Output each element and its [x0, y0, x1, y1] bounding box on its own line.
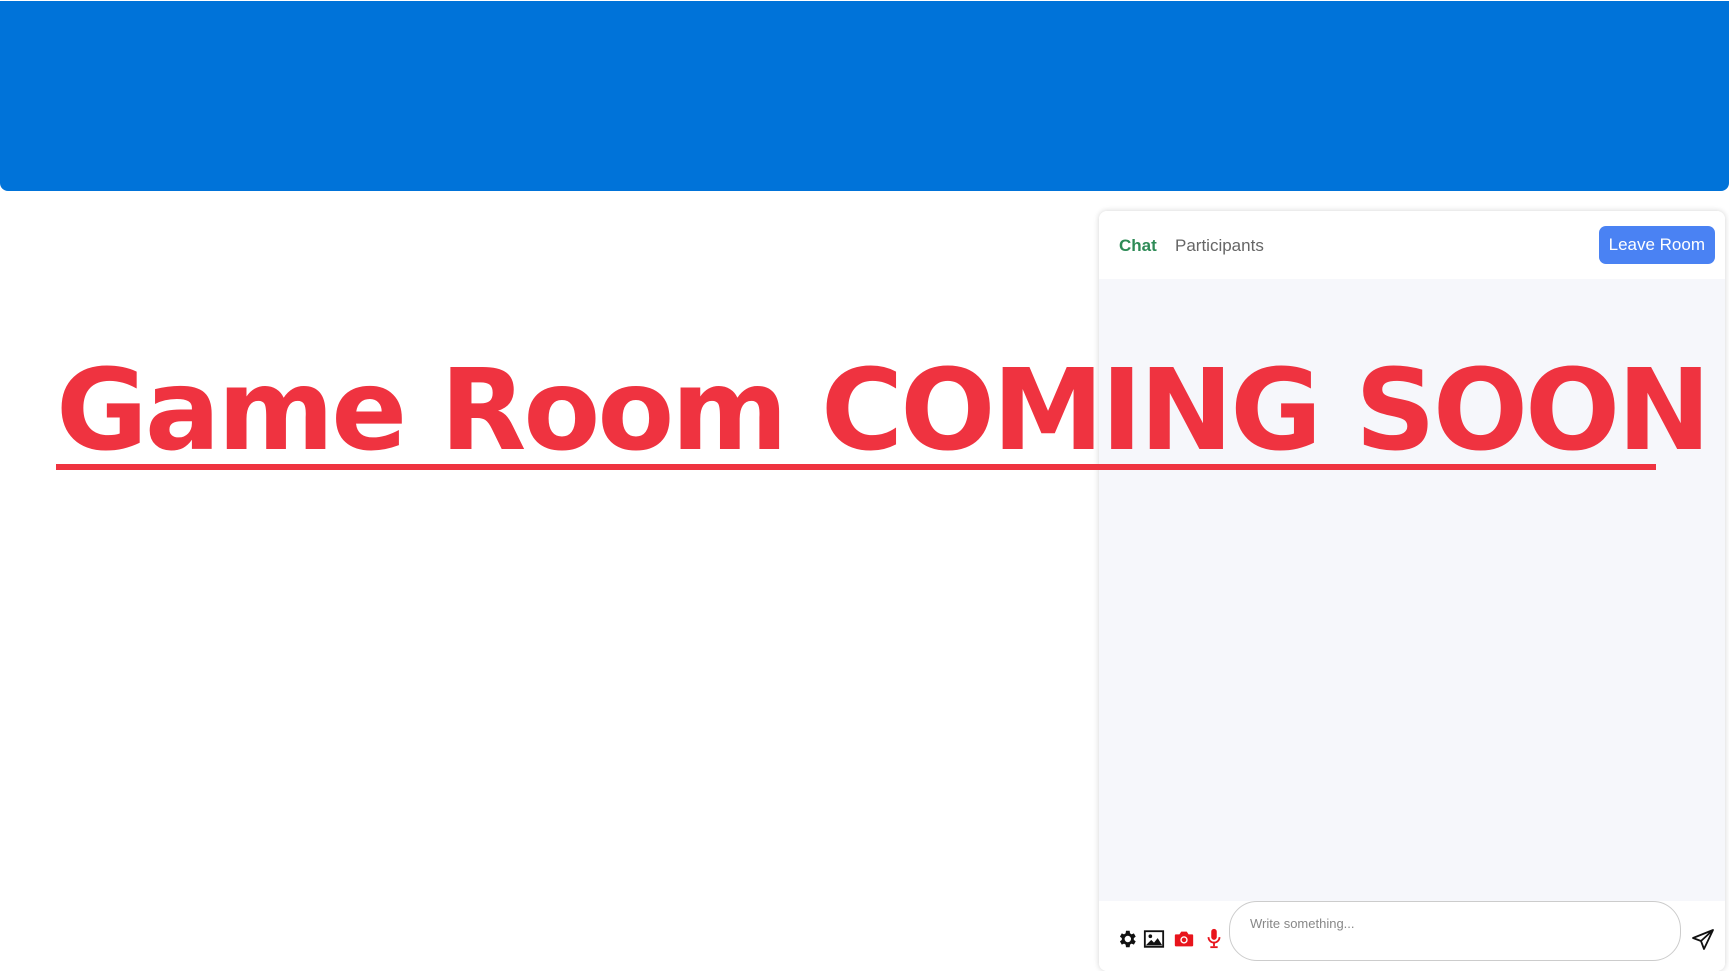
image-icon[interactable]: [1143, 928, 1165, 950]
chat-panel: Chat Participants Leave Room: [1099, 211, 1725, 971]
tab-participants[interactable]: Participants: [1175, 236, 1264, 256]
send-icon[interactable]: [1691, 928, 1715, 952]
tab-chat[interactable]: Chat: [1119, 236, 1157, 256]
camera-icon[interactable]: [1173, 928, 1195, 950]
message-input[interactable]: [1229, 901, 1681, 961]
top-banner: [0, 1, 1729, 191]
chat-composer: [1099, 901, 1725, 971]
chat-header: Chat Participants Leave Room: [1099, 211, 1725, 279]
gear-icon[interactable]: [1116, 928, 1138, 950]
microphone-icon[interactable]: [1203, 927, 1225, 949]
title-underline: [56, 464, 1656, 470]
page-title: Game Room COMING SOON: [56, 346, 1711, 476]
leave-room-button[interactable]: Leave Room: [1598, 226, 1715, 264]
